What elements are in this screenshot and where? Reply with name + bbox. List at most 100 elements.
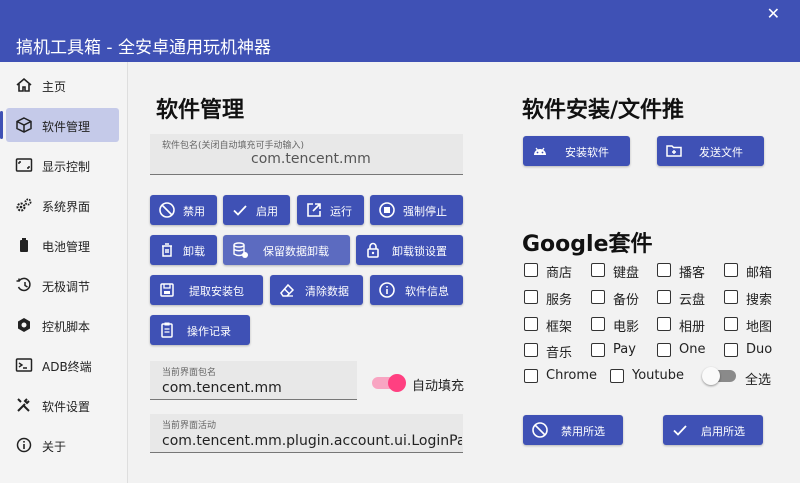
google-checkbox-one[interactable]: One	[657, 341, 717, 361]
google-checkbox-podcast[interactable]: 播客	[657, 261, 717, 281]
uninstall-lock-settings-button[interactable]: 卸载锁设置	[356, 235, 463, 265]
google-checkbox-services[interactable]: 服务	[524, 288, 584, 308]
google-checkbox-keyboard[interactable]: 键盘	[591, 261, 651, 281]
google-checkbox-drive[interactable]: 云盘	[657, 288, 717, 308]
toggle-knob	[388, 374, 406, 392]
checkbox-box	[591, 290, 605, 304]
disable-button[interactable]: 禁用	[150, 195, 217, 225]
checkbox-label: 商店	[546, 266, 573, 281]
checkbox-label: 备份	[613, 293, 640, 308]
button-label: 强制停止	[403, 205, 447, 218]
extract-apk-button[interactable]: 提取安装包	[150, 275, 263, 305]
google-checkbox-backup[interactable]: 备份	[591, 288, 651, 308]
checkbox-label: 播客	[679, 266, 706, 281]
enable-button[interactable]: 启用	[223, 195, 290, 225]
sidebar: 主页 软件管理 显示控制 系统界面 电池管理 无极调节 控机脚本 ADB终端 软…	[0, 62, 128, 483]
checkbox-box	[724, 317, 738, 331]
sidebar-item-adb-terminal[interactable]: ADB终端	[0, 348, 128, 382]
checkbox-box	[657, 290, 671, 304]
current-package-field[interactable]: 当前界面包名 com.tencent.mm	[150, 361, 357, 400]
google-checkbox-photos[interactable]: 相册	[657, 315, 717, 335]
sidebar-item-settings[interactable]: 软件设置	[0, 388, 128, 422]
sidebar-item-about[interactable]: 关于	[0, 428, 128, 462]
google-checkbox-chrome[interactable]: Chrome	[524, 367, 604, 387]
checkbox-label: 键盘	[613, 266, 640, 281]
google-checkbox-mail[interactable]: 邮箱	[724, 261, 784, 281]
button-label: 保留数据卸载	[263, 245, 329, 258]
sidebar-item-home[interactable]: 主页	[0, 68, 128, 102]
button-label: 软件信息	[405, 285, 449, 298]
sidebar-item-label: ADB终端	[42, 360, 92, 374]
checkbox-box	[724, 343, 738, 357]
button-label: 卸载	[183, 245, 205, 258]
checkbox-label: 邮箱	[746, 266, 773, 281]
google-checkbox-framework[interactable]: 框架	[524, 315, 584, 335]
checkbox-label: 服务	[546, 293, 573, 308]
sidebar-item-label: 关于	[42, 440, 67, 454]
current-package-hint: 当前界面包名	[162, 368, 217, 378]
sidebar-item-label: 显示控制	[42, 160, 91, 174]
block-icon	[532, 422, 548, 438]
current-activity-field[interactable]: 当前界面活动 com.tencent.mm.plugin.account.ui.…	[150, 414, 463, 453]
checkbox-box	[591, 317, 605, 331]
stop-circle-icon	[379, 202, 395, 218]
checkbox-box	[524, 343, 538, 357]
uninstall-button[interactable]: 卸载	[150, 235, 217, 265]
select-all-toggle[interactable]	[702, 367, 738, 385]
sidebar-item-tuning[interactable]: 无极调节	[0, 268, 128, 302]
package-name-value: com.tencent.mm	[251, 151, 371, 167]
uninstall-keep-data-button[interactable]: 保留数据卸载	[223, 235, 350, 265]
auto-fill-toggle[interactable]	[372, 374, 406, 392]
checkbox-box	[657, 263, 671, 277]
button-label: 发送文件	[699, 146, 743, 159]
console-icon	[15, 358, 33, 372]
install-app-button[interactable]: 安装软件	[523, 136, 630, 166]
close-icon[interactable]: ✕	[767, 4, 780, 23]
package-name-field[interactable]: 软件包名(关闭自动填充可手动输入) com.tencent.mm	[150, 134, 463, 175]
auto-fill-label: 自动填充	[412, 379, 465, 394]
info-icon	[16, 437, 32, 453]
enable-selected-button[interactable]: 启用所选	[663, 415, 763, 445]
force-stop-button[interactable]: 强制停止	[370, 195, 463, 225]
sidebar-item-display[interactable]: 显示控制	[0, 148, 128, 182]
google-checkbox-maps[interactable]: 地图	[724, 315, 784, 335]
google-checkbox-pay[interactable]: Pay	[591, 341, 651, 361]
google-checkbox-movies[interactable]: 电影	[591, 315, 651, 335]
current-activity-hint: 当前界面活动	[162, 421, 217, 431]
clear-data-button[interactable]: 清除数据	[270, 275, 363, 305]
google-checkbox-duo[interactable]: Duo	[724, 341, 784, 361]
checkbox-label: 电影	[613, 320, 640, 335]
cube-icon	[16, 117, 32, 133]
checkbox-box	[524, 369, 538, 383]
sidebar-item-label: 软件设置	[42, 400, 91, 414]
google-checkbox-store[interactable]: 商店	[524, 261, 584, 281]
sidebar-item-battery[interactable]: 电池管理	[0, 228, 128, 262]
checkbox-box	[724, 263, 738, 277]
check-icon	[673, 425, 687, 436]
button-label: 运行	[330, 205, 352, 218]
toggle-knob	[702, 367, 720, 385]
gears-icon	[16, 198, 32, 212]
app-info-button[interactable]: 软件信息	[370, 275, 463, 305]
sidebar-item-app-manage[interactable]: 软件管理	[0, 108, 128, 142]
run-button[interactable]: 运行	[297, 195, 364, 225]
checkbox-label: 框架	[546, 320, 573, 335]
checkbox-label: Chrome	[546, 368, 597, 383]
operation-log-button[interactable]: 操作记录	[150, 315, 250, 345]
trash-icon	[162, 243, 172, 257]
checkbox-box	[724, 290, 738, 304]
sidebar-item-scripts[interactable]: 控机脚本	[0, 308, 128, 342]
history-icon	[16, 277, 31, 292]
send-file-button[interactable]: 发送文件	[657, 136, 764, 166]
tools-icon	[17, 398, 30, 412]
google-checkbox-youtube[interactable]: Youtube	[610, 367, 690, 387]
sidebar-item-label: 系统界面	[42, 200, 91, 214]
disable-selected-button[interactable]: 禁用所选	[523, 415, 623, 445]
button-label: 启用所选	[701, 425, 745, 438]
clipboard-icon	[161, 322, 173, 338]
google-checkbox-music[interactable]: 音乐	[524, 341, 584, 361]
google-checkbox-search[interactable]: 搜索	[724, 288, 784, 308]
sidebar-item-system-ui[interactable]: 系统界面	[0, 188, 128, 222]
display-icon	[15, 158, 33, 172]
active-indicator	[0, 111, 3, 139]
